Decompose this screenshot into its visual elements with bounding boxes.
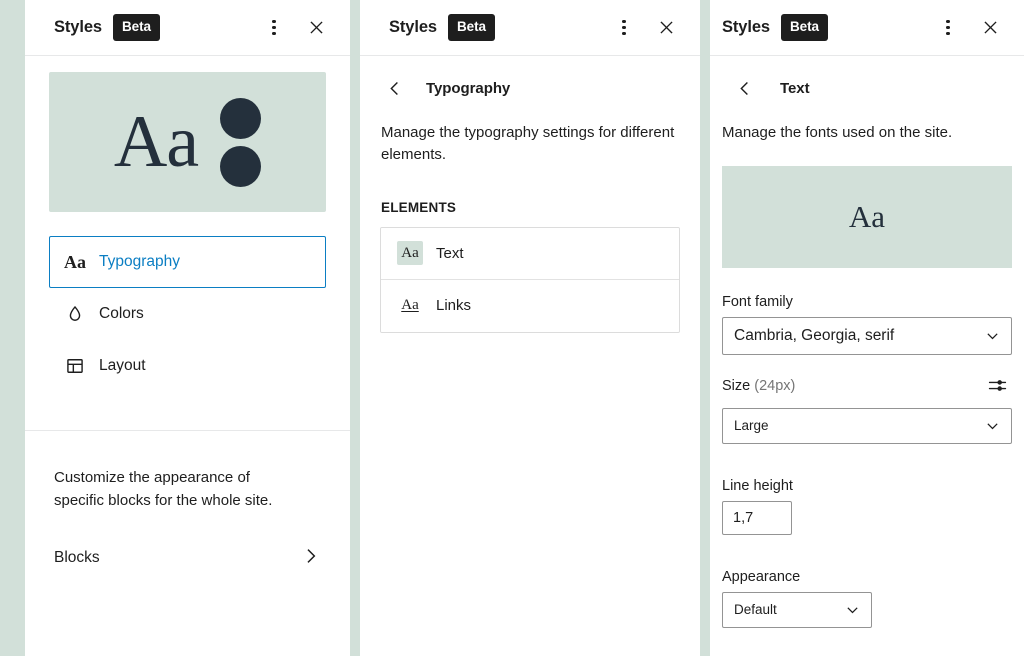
- aa-icon: Aa: [63, 250, 87, 274]
- panel-text: Styles Beta Text Manage the: [710, 0, 1024, 656]
- more-options-button[interactable]: [931, 11, 965, 45]
- close-button[interactable]: [649, 11, 683, 45]
- font-family-select[interactable]: Cambria, Georgia, serif: [722, 317, 1012, 355]
- preview-sample-text: Aa: [114, 105, 198, 179]
- beta-badge: Beta: [781, 14, 828, 41]
- line-height-input[interactable]: [722, 501, 792, 535]
- field-size: Size (24px) Large: [710, 371, 1024, 444]
- sidebar-item-label: Colors: [99, 305, 144, 323]
- sidebar-item-typography[interactable]: Aa Typography: [49, 236, 326, 288]
- more-options-button[interactable]: [257, 11, 291, 45]
- panel-body: Text Manage the fonts used on the site. …: [710, 56, 1024, 656]
- font-family-select-wrap: Cambria, Georgia, serif: [722, 317, 1012, 355]
- font-family-label: Font family: [722, 294, 1012, 310]
- aa-underlined-icon: Aa: [397, 294, 423, 318]
- line-height-label: Line height: [722, 478, 1012, 494]
- style-preview-card[interactable]: Aa: [49, 72, 326, 212]
- panel-header: Styles Beta: [360, 0, 700, 56]
- page-title: Styles: [54, 18, 102, 37]
- field-line-height: Line height: [710, 478, 1024, 535]
- close-button[interactable]: [299, 11, 333, 45]
- kebab-menu-icon: [946, 20, 949, 36]
- panel-description: Manage the fonts used on the site.: [710, 112, 1024, 144]
- close-icon: [658, 19, 675, 36]
- panel-header: Styles Beta: [710, 0, 1024, 56]
- back-button[interactable]: [726, 70, 762, 106]
- size-label-text: Size: [722, 378, 750, 394]
- element-label: Links: [436, 297, 471, 314]
- sidebar-item-label: Typography: [99, 253, 180, 271]
- elements-list: Aa Text Aa Links: [380, 227, 680, 333]
- aa-icon: Aa: [397, 241, 423, 265]
- appearance-label: Appearance: [722, 569, 1012, 585]
- subpanel-navigation: Text: [710, 64, 1024, 112]
- preview-color-dots: [220, 98, 261, 187]
- chevron-left-icon: [735, 79, 754, 98]
- panel-body: Typography Manage the typography setting…: [360, 56, 700, 656]
- panel-styles-root: Styles Beta Aa Aa Typography: [25, 0, 350, 656]
- chevron-left-icon: [385, 79, 404, 98]
- blocks-description: Customize the appearance of specific blo…: [54, 467, 304, 512]
- font-preview-card: Aa: [722, 166, 1012, 268]
- page-title: Styles: [722, 18, 770, 37]
- beta-badge: Beta: [113, 14, 160, 41]
- element-row-links[interactable]: Aa Links: [381, 280, 679, 332]
- appearance-select[interactable]: Default: [722, 592, 872, 628]
- appearance-select-wrap: Default: [722, 592, 872, 628]
- panel-typography: Styles Beta Typography Mana: [360, 0, 700, 656]
- font-preview-sample-text: Aa: [849, 199, 885, 235]
- panel-body: Aa Aa Typography Colors: [25, 56, 350, 656]
- sidebar-item-colors[interactable]: Colors: [49, 288, 326, 340]
- field-font-family: Font family Cambria, Georgia, serif: [710, 294, 1024, 355]
- size-select-wrap: Large: [722, 408, 1012, 444]
- element-label: Text: [436, 245, 464, 262]
- size-select[interactable]: Large: [722, 408, 1012, 444]
- size-settings-button[interactable]: [982, 371, 1012, 401]
- panel-description: Manage the typography settings for diffe…: [360, 112, 700, 166]
- subpanel-navigation: Typography: [360, 64, 700, 112]
- back-button[interactable]: [376, 70, 412, 106]
- more-options-button[interactable]: [607, 11, 641, 45]
- size-label-row: Size (24px): [722, 371, 1012, 401]
- sliders-icon: [987, 375, 1008, 396]
- sidebar-item-layout[interactable]: Layout: [49, 340, 326, 392]
- chevron-right-icon: [301, 546, 321, 569]
- size-label: Size (24px): [722, 378, 795, 394]
- kebab-menu-icon: [622, 20, 625, 36]
- field-appearance: Appearance Default: [710, 569, 1024, 628]
- styles-sidebar-screenshot: Styles Beta Aa Aa Typography: [0, 0, 1024, 656]
- blocks-navigation-button[interactable]: Blocks: [54, 546, 321, 569]
- layout-icon: [63, 354, 87, 378]
- page-title: Styles: [389, 18, 437, 37]
- close-icon: [982, 19, 999, 36]
- blocks-label: Blocks: [54, 549, 100, 567]
- close-icon: [308, 19, 325, 36]
- sidebar-item-label: Layout: [99, 357, 146, 375]
- section-heading-elements: ELEMENTS: [381, 200, 678, 215]
- blocks-section: Customize the appearance of specific blo…: [25, 431, 350, 569]
- close-button[interactable]: [973, 11, 1007, 45]
- subpanel-title: Typography: [426, 80, 510, 97]
- kebab-menu-icon: [272, 20, 275, 36]
- styles-nav-list: Aa Typography Colors: [25, 212, 350, 392]
- droplet-icon: [63, 302, 87, 326]
- panel-header: Styles Beta: [25, 0, 350, 56]
- size-value-hint: (24px): [754, 378, 795, 394]
- beta-badge: Beta: [448, 14, 495, 41]
- element-row-text[interactable]: Aa Text: [381, 228, 679, 280]
- subpanel-title: Text: [780, 80, 810, 97]
